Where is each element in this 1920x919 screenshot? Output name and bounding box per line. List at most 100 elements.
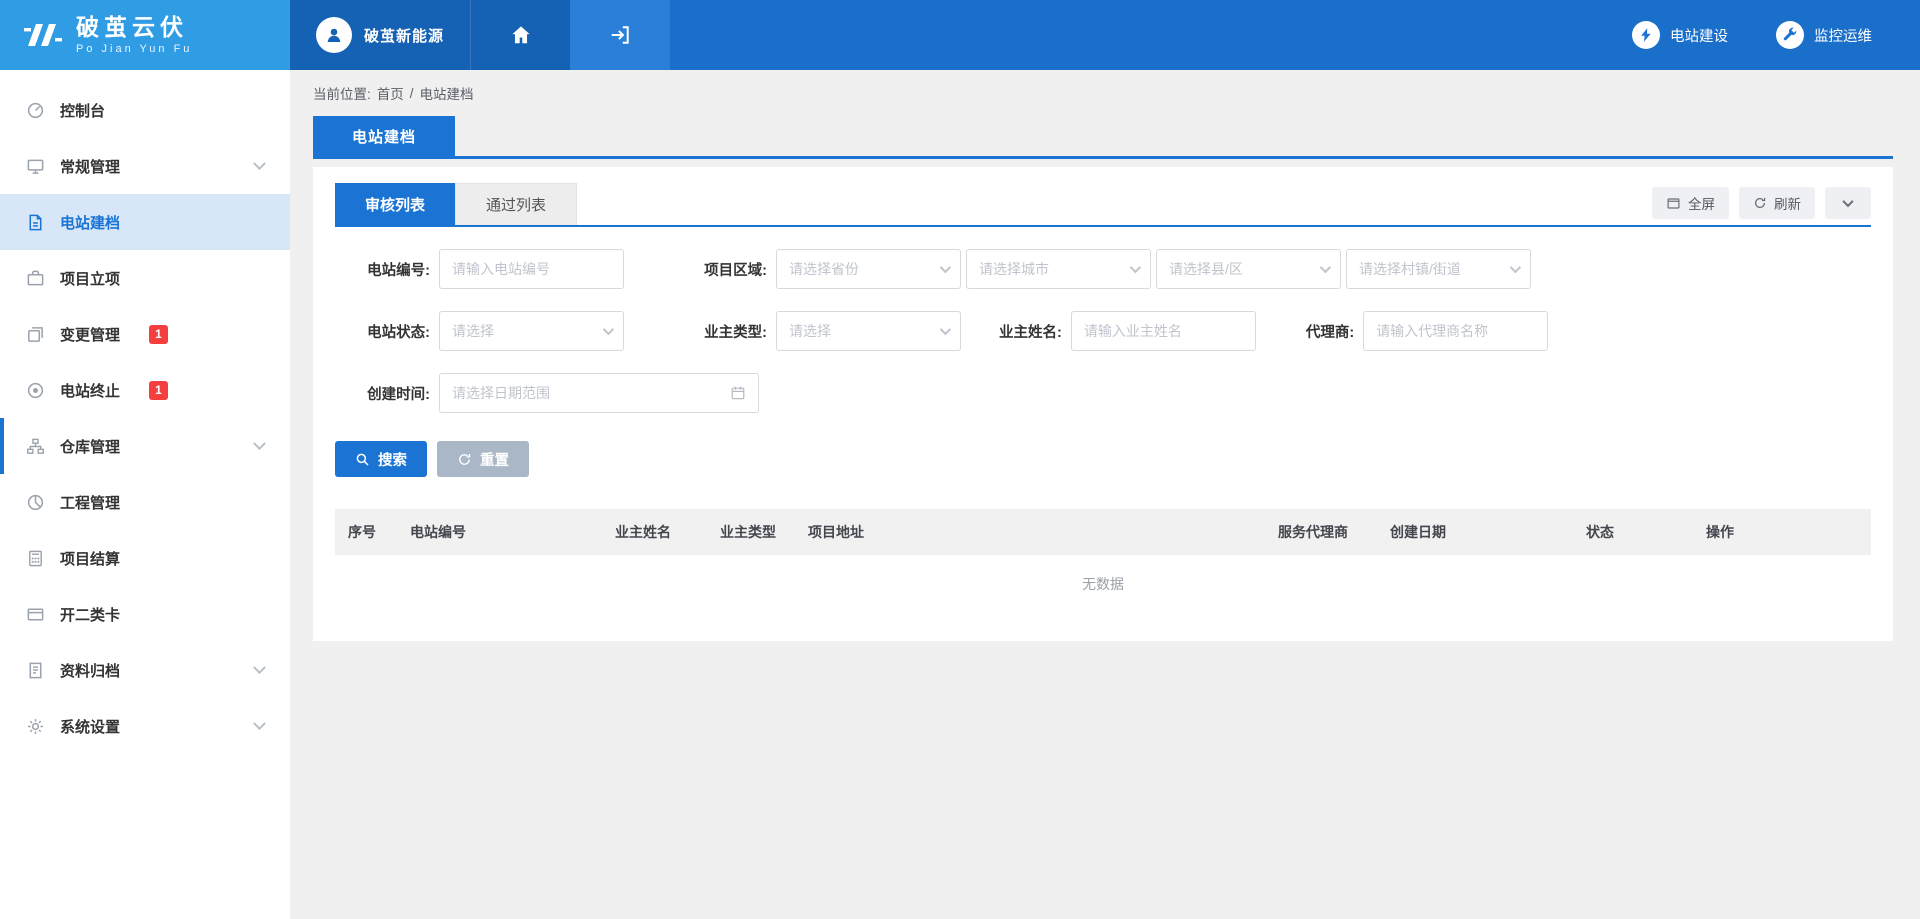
home-icon (510, 24, 532, 46)
top-header: 破茧云伏 Po Jian Yun Fu 破茧新能源 电站建设 监控运维 (0, 0, 1920, 70)
owner-type-label: 业主类型: (672, 321, 767, 342)
sidebar-item-label: 工程管理 (60, 492, 120, 513)
collapse-button[interactable] (1825, 187, 1871, 219)
sidebar-item-open-card[interactable]: 开二类卡 (0, 586, 290, 642)
col-create-date: 创建日期 (1377, 522, 1573, 542)
home-button[interactable] (470, 0, 570, 70)
town-select[interactable]: 请选择村镇/街道 (1346, 249, 1531, 289)
sidebar-item-label: 资料归档 (60, 660, 120, 681)
user-avatar[interactable] (316, 17, 352, 53)
tab-review-list[interactable]: 审核列表 (335, 183, 455, 225)
agent-input[interactable] (1363, 311, 1548, 351)
sidebar-item-change-mgmt[interactable]: 变更管理 1 (0, 306, 290, 362)
city-select[interactable]: 请选择城市 (966, 249, 1151, 289)
main-content: 当前位置: 首页 / 电站建档 电站建档 审核列表 通过列表 全屏 刷新 (290, 70, 1920, 919)
owner-type-select[interactable]: 请选择 (776, 311, 961, 351)
card-icon (26, 605, 45, 624)
company-name: 破茧新能源 (364, 25, 444, 46)
empty-state: 无数据 (335, 555, 1871, 613)
sidebar-item-console[interactable]: 控制台 (0, 82, 290, 138)
breadcrumb-home-link[interactable]: 首页 (377, 83, 404, 103)
table-header-row: 序号 电站编号 业主姓名 业主类型 项目地址 服务代理商 创建日期 状态 操作 (335, 509, 1871, 555)
page-tab-bar: 电站建档 (313, 116, 1893, 159)
sidebar-item-project-setup[interactable]: 项目立项 (0, 250, 290, 306)
fullscreen-button[interactable]: 全屏 (1652, 187, 1729, 219)
monitor-icon (26, 157, 45, 176)
search-button[interactable]: 搜索 (335, 441, 427, 477)
content-card: 审核列表 通过列表 全屏 刷新 (313, 167, 1893, 641)
refresh-icon (1753, 196, 1767, 210)
exit-icon (609, 24, 631, 46)
tab-station-archive[interactable]: 电站建档 (313, 116, 455, 156)
nav-monitor-ops-label: 监控运维 (1814, 25, 1872, 46)
chevron-down-icon (253, 717, 266, 730)
col-actions: 操作 (1693, 522, 1871, 542)
logo-subtitle: Po Jian Yun Fu (76, 43, 192, 55)
col-project-address: 项目地址 (795, 522, 1265, 542)
sidebar-item-label: 项目立项 (60, 268, 120, 289)
gear-icon (26, 717, 45, 736)
refresh-button[interactable]: 刷新 (1739, 187, 1815, 219)
station-no-label: 电站编号: (335, 259, 430, 280)
owner-name-label: 业主姓名: (999, 321, 1062, 342)
reset-icon (457, 452, 472, 467)
sidebar-item-label: 常规管理 (60, 156, 120, 177)
logo-title: 破茧云伏 (76, 15, 192, 40)
owner-name-input[interactable] (1071, 311, 1256, 351)
logout-button[interactable] (570, 0, 670, 70)
tab-passed-list[interactable]: 通过列表 (455, 183, 577, 225)
sitemap-icon (26, 437, 45, 456)
breadcrumb-separator: / (410, 86, 414, 101)
sidebar-item-warehouse-mgmt[interactable]: 仓库管理 (0, 418, 290, 474)
col-owner-type: 业主类型 (707, 522, 795, 542)
logo-icon (22, 18, 64, 52)
nav-station-build[interactable]: 电站建设 (1632, 21, 1728, 49)
sidebar-item-engineering-mgmt[interactable]: 工程管理 (0, 474, 290, 530)
notification-badge: 1 (149, 325, 168, 344)
sidebar-item-label: 变更管理 (60, 324, 120, 345)
company-section[interactable]: 破茧新能源 (290, 0, 470, 70)
search-icon (355, 452, 370, 467)
sidebar-item-data-archive[interactable]: 资料归档 (0, 642, 290, 698)
chevron-down-icon (253, 437, 266, 450)
copy-icon (26, 325, 45, 344)
station-status-select[interactable]: 请选择 (439, 311, 624, 351)
chevron-down-icon (603, 324, 614, 335)
terminate-icon (26, 381, 45, 400)
chevron-down-icon (253, 661, 266, 674)
province-select[interactable]: 请选择省份 (776, 249, 961, 289)
app-logo: 破茧云伏 Po Jian Yun Fu (0, 0, 290, 70)
sidebar-item-label: 系统设置 (60, 716, 120, 737)
nav-monitor-ops[interactable]: 监控运维 (1776, 21, 1872, 49)
pie-chart-icon (26, 493, 45, 512)
agent-label: 代理商: (1306, 321, 1354, 342)
sidebar-item-station-terminate[interactable]: 电站终止 1 (0, 362, 290, 418)
sidebar-item-station-archive[interactable]: 电站建档 (0, 194, 290, 250)
sidebar-item-label: 电站建档 (60, 212, 120, 233)
sidebar-item-general-mgmt[interactable]: 常规管理 (0, 138, 290, 194)
notification-badge: 1 (149, 381, 168, 400)
sidebar-item-system-settings[interactable]: 系统设置 (0, 698, 290, 754)
calculator-icon (26, 549, 45, 568)
station-no-input[interactable] (439, 249, 624, 289)
chevron-down-icon (1842, 196, 1853, 207)
archive-icon (26, 661, 45, 680)
chevron-down-icon (1130, 262, 1141, 273)
sidebar-item-project-settlement[interactable]: 项目结算 (0, 530, 290, 586)
reset-button[interactable]: 重置 (437, 441, 529, 477)
region-label: 项目区域: (672, 259, 767, 280)
col-owner-name: 业主姓名 (602, 522, 707, 542)
bolt-icon (1632, 21, 1660, 49)
sidebar: 控制台 常规管理 电站建档 项目立项 变更管理 1 电站终止 1 仓库管理 (0, 70, 290, 919)
col-index: 序号 (335, 522, 397, 542)
col-service-agent: 服务代理商 (1265, 522, 1377, 542)
calendar-icon (730, 385, 746, 401)
sidebar-item-label: 电站终止 (60, 380, 120, 401)
date-range-picker[interactable]: 请选择日期范围 (439, 373, 759, 413)
fullscreen-icon (1666, 196, 1681, 211)
dashboard-icon (26, 101, 45, 120)
results-table: 序号 电站编号 业主姓名 业主类型 项目地址 服务代理商 创建日期 状态 操作 … (335, 509, 1871, 613)
county-select[interactable]: 请选择县/区 (1156, 249, 1341, 289)
nav-station-build-label: 电站建设 (1670, 25, 1728, 46)
created-time-label: 创建时间: (335, 383, 430, 404)
